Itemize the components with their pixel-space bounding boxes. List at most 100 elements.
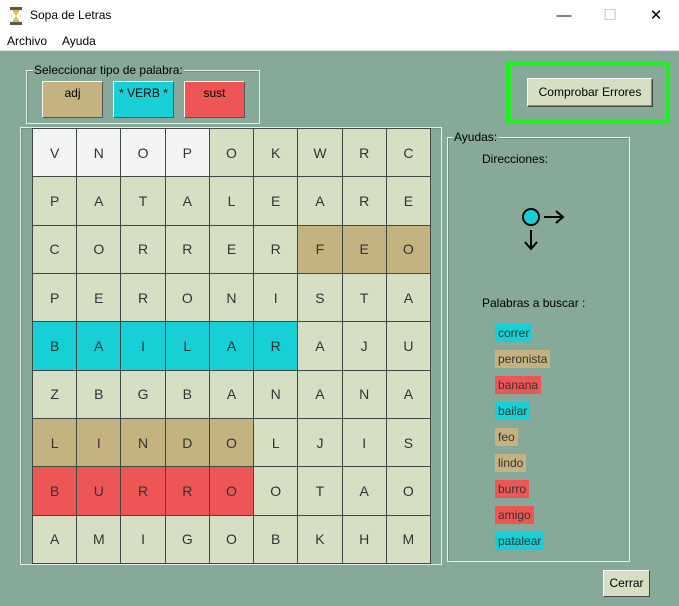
- grid-cell[interactable]: I: [342, 418, 386, 467]
- grid-cell[interactable]: V: [33, 129, 77, 177]
- grid-cell[interactable]: O: [254, 467, 298, 515]
- grid-cell[interactable]: E: [342, 225, 386, 273]
- grid-cell[interactable]: I: [121, 322, 165, 370]
- grid-cell[interactable]: A: [77, 322, 121, 370]
- grid-cell[interactable]: R: [121, 273, 165, 322]
- grid-cell[interactable]: I: [121, 515, 165, 563]
- grid-cell[interactable]: A: [209, 370, 254, 418]
- grid-cell[interactable]: T: [342, 273, 386, 322]
- menu-archivo[interactable]: Archivo: [7, 34, 47, 48]
- grid-cell[interactable]: K: [254, 129, 298, 177]
- grid-cell[interactable]: R: [165, 467, 209, 515]
- check-errors-button[interactable]: Comprobar Errores: [527, 78, 653, 107]
- grid-cell[interactable]: A: [386, 370, 430, 418]
- grid-cell[interactable]: E: [209, 225, 254, 273]
- grid-cell[interactable]: N: [77, 129, 121, 177]
- grid-cell[interactable]: T: [298, 467, 342, 515]
- right-down-arrows-icon: [522, 208, 565, 251]
- grid-cell[interactable]: L: [209, 177, 254, 225]
- grid-cell[interactable]: I: [254, 273, 298, 322]
- grid-cell[interactable]: O: [209, 515, 254, 563]
- grid-cell[interactable]: B: [33, 322, 77, 370]
- grid-cell[interactable]: O: [386, 225, 430, 273]
- grid-cell[interactable]: M: [386, 515, 430, 563]
- grid-cell[interactable]: J: [298, 418, 342, 467]
- grid-cell[interactable]: P: [165, 129, 209, 177]
- type-adj-button[interactable]: adj: [42, 81, 103, 118]
- letter-grid: VNOPOKWRCPATALEARECORRERFEOPERONISTABAIL…: [32, 128, 431, 564]
- grid-cell[interactable]: F: [298, 225, 342, 273]
- grid-cell[interactable]: N: [209, 273, 254, 322]
- grid-cell[interactable]: A: [386, 273, 430, 322]
- close-button[interactable]: Cerrar: [603, 570, 650, 597]
- grid-cell[interactable]: A: [209, 322, 254, 370]
- grid-cell[interactable]: R: [342, 129, 386, 177]
- grid-cell[interactable]: E: [386, 177, 430, 225]
- grid-cell[interactable]: A: [298, 322, 342, 370]
- grid-cell[interactable]: N: [254, 370, 298, 418]
- grid-cell[interactable]: G: [121, 370, 165, 418]
- grid-cell[interactable]: P: [33, 177, 77, 225]
- grid-cell[interactable]: N: [342, 370, 386, 418]
- minimize-button[interactable]: —: [541, 0, 587, 31]
- menu-ayuda[interactable]: Ayuda: [62, 34, 96, 48]
- app-icon: [10, 7, 22, 25]
- grid-cell[interactable]: O: [209, 129, 254, 177]
- grid-cell[interactable]: J: [342, 322, 386, 370]
- grid-cell[interactable]: R: [254, 322, 298, 370]
- grid-cell[interactable]: E: [77, 273, 121, 322]
- grid-cell[interactable]: A: [342, 467, 386, 515]
- grid-cell[interactable]: R: [254, 225, 298, 273]
- grid-cell[interactable]: L: [33, 418, 77, 467]
- grid-cell[interactable]: M: [77, 515, 121, 563]
- grid-cell[interactable]: T: [121, 177, 165, 225]
- grid-cell[interactable]: L: [254, 418, 298, 467]
- type-sust-button[interactable]: sust: [184, 81, 245, 118]
- grid-cell[interactable]: G: [165, 515, 209, 563]
- grid-cell[interactable]: R: [121, 225, 165, 273]
- grid-cell[interactable]: B: [254, 515, 298, 563]
- word-item: patalear: [495, 532, 545, 550]
- grid-cell[interactable]: O: [209, 418, 254, 467]
- grid-cell[interactable]: O: [77, 225, 121, 273]
- grid-cell[interactable]: I: [77, 418, 121, 467]
- grid-cell[interactable]: K: [298, 515, 342, 563]
- grid-cell[interactable]: Z: [33, 370, 77, 418]
- grid-cell[interactable]: A: [298, 370, 342, 418]
- grid-cell[interactable]: H: [342, 515, 386, 563]
- grid-cell[interactable]: B: [33, 467, 77, 515]
- type-verb-button[interactable]: * VERB *: [113, 81, 174, 118]
- grid-cell[interactable]: E: [254, 177, 298, 225]
- grid-cell[interactable]: A: [298, 177, 342, 225]
- grid-cell[interactable]: B: [77, 370, 121, 418]
- grid-cell[interactable]: C: [33, 225, 77, 273]
- grid-cell[interactable]: D: [165, 418, 209, 467]
- word-item: amigo: [495, 506, 534, 524]
- grid-cell[interactable]: C: [386, 129, 430, 177]
- title-bar: Sopa de Letras — ☐ ✕: [0, 0, 679, 31]
- grid-cell[interactable]: A: [77, 177, 121, 225]
- grid-cell[interactable]: A: [165, 177, 209, 225]
- grid-cell[interactable]: R: [342, 177, 386, 225]
- word-item: bailar: [495, 402, 531, 420]
- maximize-button[interactable]: ☐: [587, 0, 633, 31]
- grid-cell[interactable]: S: [386, 418, 430, 467]
- grid-cell[interactable]: A: [33, 515, 77, 563]
- word-item: lindo: [495, 454, 527, 472]
- grid-cell[interactable]: P: [33, 273, 77, 322]
- grid-cell[interactable]: U: [77, 467, 121, 515]
- grid-cell[interactable]: B: [165, 370, 209, 418]
- grid-cell[interactable]: O: [121, 129, 165, 177]
- grid-cell[interactable]: S: [298, 273, 342, 322]
- grid-cell[interactable]: U: [386, 322, 430, 370]
- grid-cell[interactable]: W: [298, 129, 342, 177]
- grid-cell[interactable]: O: [386, 467, 430, 515]
- word-item: burro: [495, 480, 530, 498]
- grid-cell[interactable]: O: [209, 467, 254, 515]
- grid-cell[interactable]: R: [121, 467, 165, 515]
- grid-cell[interactable]: L: [165, 322, 209, 370]
- grid-cell[interactable]: R: [165, 225, 209, 273]
- grid-cell[interactable]: N: [121, 418, 165, 467]
- grid-cell[interactable]: O: [165, 273, 209, 322]
- close-window-button[interactable]: ✕: [633, 0, 679, 31]
